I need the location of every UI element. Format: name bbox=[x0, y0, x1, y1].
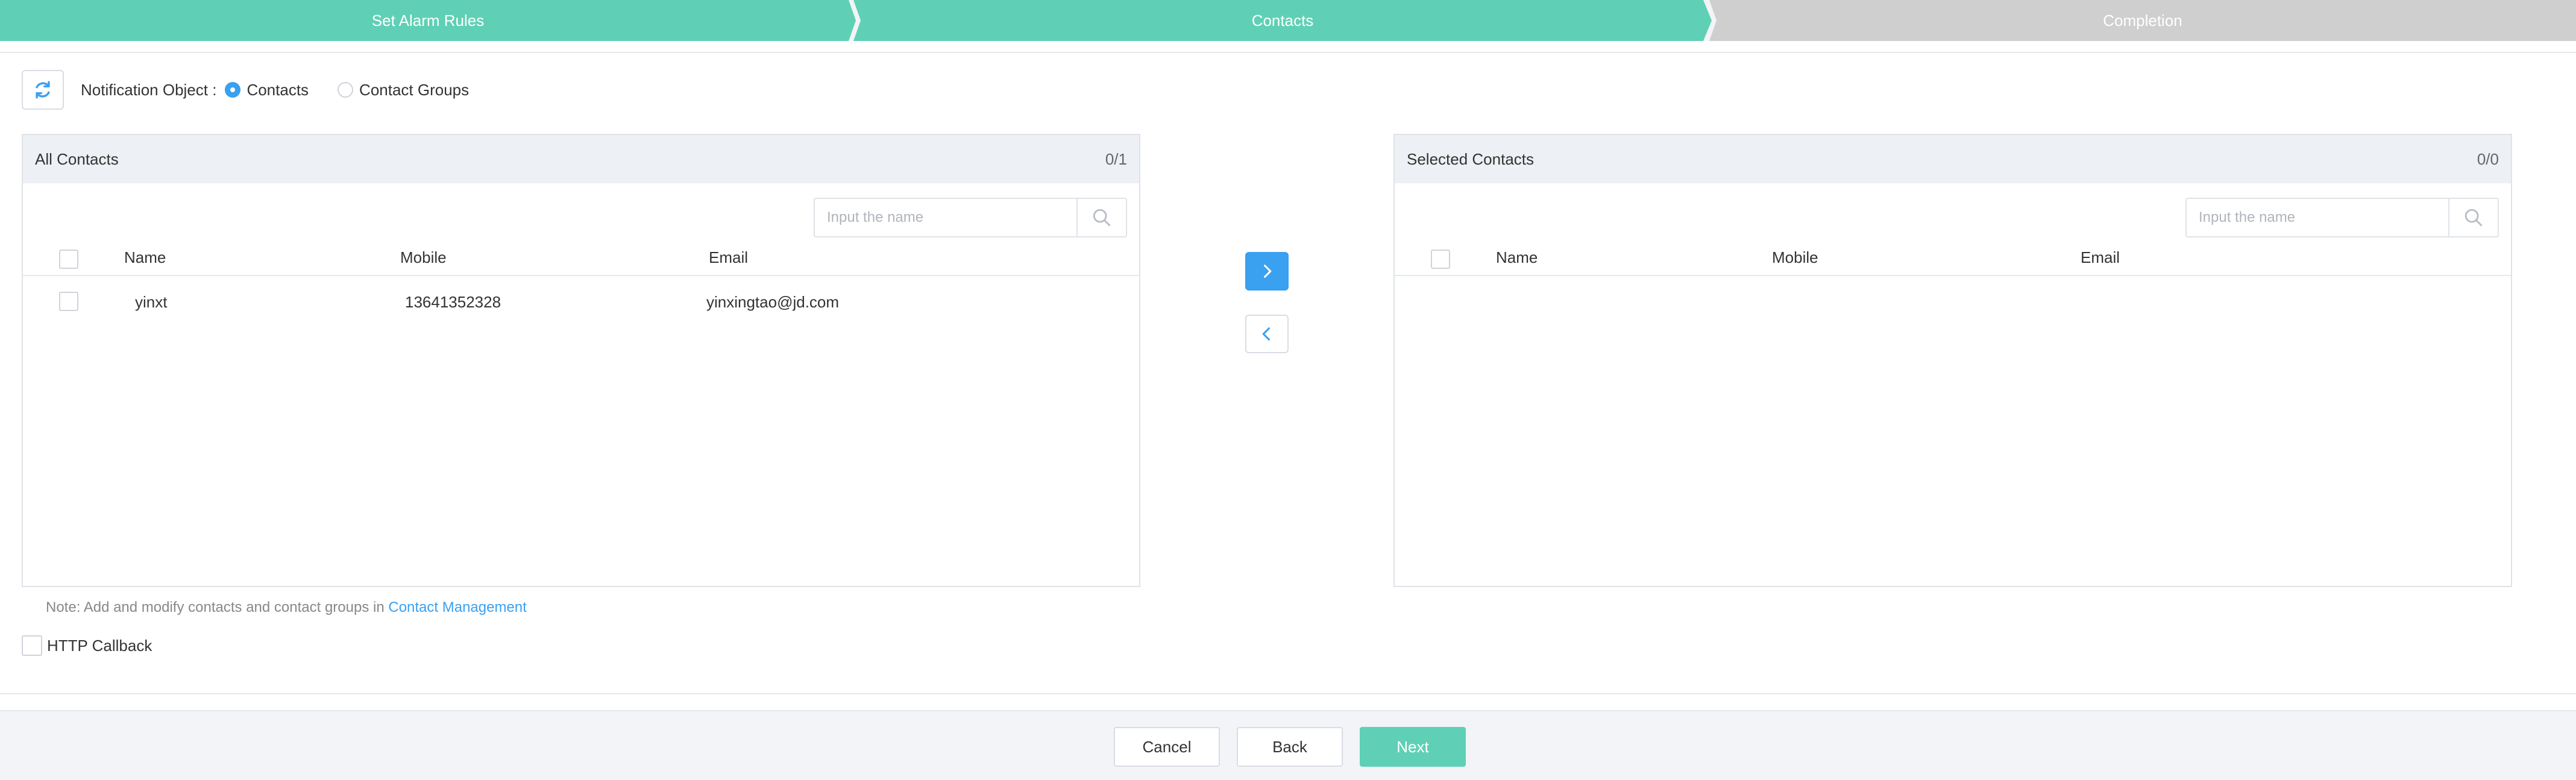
all-contacts-title: All Contacts bbox=[35, 149, 119, 168]
selected-contacts-search bbox=[2185, 198, 2499, 237]
selected-contacts-table-header: Name Mobile Email bbox=[1395, 244, 2511, 276]
column-email: Email bbox=[2081, 248, 2120, 266]
step-label: Completion bbox=[2103, 11, 2182, 30]
steps-bar: Set Alarm Rules Contacts Completion bbox=[0, 0, 2576, 41]
notification-object-label: Notification Object : bbox=[81, 80, 217, 99]
step-set-alarm-rules: Set Alarm Rules bbox=[0, 0, 856, 41]
footer-bar: Cancel Back Next bbox=[0, 710, 2576, 780]
table-row[interactable]: yinxt 13641352328 yinxingtao@jd.com bbox=[23, 277, 1139, 327]
selected-contacts-count: 0/0 bbox=[2477, 149, 2499, 168]
contact-management-link[interactable]: Contact Management bbox=[388, 599, 526, 615]
step-label: Contacts bbox=[1251, 11, 1314, 30]
move-to-selected-button[interactable] bbox=[1245, 252, 1289, 291]
select-all-checkbox[interactable] bbox=[1431, 250, 1450, 269]
refresh-button[interactable] bbox=[22, 70, 64, 110]
contact-email: yinxingtao@jd.com bbox=[706, 293, 840, 311]
radio-contact-groups-button[interactable] bbox=[338, 82, 354, 98]
chevron-left-icon bbox=[1262, 327, 1271, 341]
note-text: Note: Add and modify contacts and contac… bbox=[46, 599, 385, 615]
column-name: Name bbox=[124, 248, 166, 266]
http-callback-option[interactable]: HTTP Callback bbox=[22, 635, 152, 656]
select-all-checkbox[interactable] bbox=[59, 250, 78, 269]
selected-contacts-title: Selected Contacts bbox=[1407, 149, 1535, 168]
step-completion: Completion bbox=[1709, 0, 2576, 41]
column-email: Email bbox=[709, 248, 749, 266]
contact-mobile: 13641352328 bbox=[405, 293, 501, 311]
all-contacts-count: 0/1 bbox=[1105, 149, 1127, 168]
column-mobile: Mobile bbox=[1772, 248, 1818, 266]
selected-contacts-box: Selected Contacts 0/0 Name Mobile Email bbox=[1393, 134, 2512, 587]
step-contacts: Contacts bbox=[853, 0, 1712, 41]
radio-contact-groups-label: Contact Groups bbox=[359, 80, 470, 99]
notification-object-row: Notification Object : Contacts Contact G… bbox=[81, 77, 469, 102]
selected-contacts-search-button[interactable] bbox=[2448, 199, 2498, 236]
http-callback-label: HTTP Callback bbox=[47, 636, 152, 655]
all-contacts-search-button[interactable] bbox=[1076, 199, 1126, 236]
all-contacts-header: All Contacts 0/1 bbox=[23, 135, 1139, 183]
all-contacts-search-input[interactable] bbox=[815, 199, 1076, 236]
search-icon bbox=[2464, 209, 2483, 227]
search-icon bbox=[1093, 209, 1111, 227]
radio-contacts-label: Contacts bbox=[247, 80, 309, 99]
radio-contacts-button[interactable] bbox=[225, 82, 241, 98]
all-contacts-search bbox=[814, 198, 1127, 237]
refresh-icon bbox=[36, 81, 50, 99]
selected-contacts-search-input[interactable] bbox=[2187, 199, 2448, 236]
all-contacts-box: All Contacts 0/1 Name Mobile Email yinxt… bbox=[22, 134, 1140, 587]
selected-contacts-header: Selected Contacts 0/0 bbox=[1395, 135, 2511, 183]
contact-name: yinxt bbox=[135, 293, 168, 311]
move-to-all-button[interactable] bbox=[1245, 315, 1289, 353]
next-button[interactable]: Next bbox=[1360, 727, 1466, 767]
row-checkbox[interactable] bbox=[59, 292, 78, 311]
radio-contact-groups[interactable]: Contact Groups bbox=[338, 81, 469, 99]
contact-management-note: Note: Add and modify contacts and contac… bbox=[46, 599, 527, 616]
http-callback-checkbox[interactable] bbox=[22, 635, 42, 656]
column-name: Name bbox=[1496, 248, 1538, 266]
radio-contacts[interactable]: Contacts bbox=[225, 81, 309, 99]
back-button[interactable]: Back bbox=[1237, 727, 1343, 767]
cancel-button[interactable]: Cancel bbox=[1114, 727, 1220, 767]
all-contacts-table-header: Name Mobile Email bbox=[23, 244, 1139, 276]
column-mobile: Mobile bbox=[400, 248, 447, 266]
chevron-right-icon bbox=[1263, 265, 1272, 278]
contacts-panel: Notification Object : Contacts Contact G… bbox=[0, 52, 2576, 694]
step-label: Set Alarm Rules bbox=[371, 11, 485, 30]
